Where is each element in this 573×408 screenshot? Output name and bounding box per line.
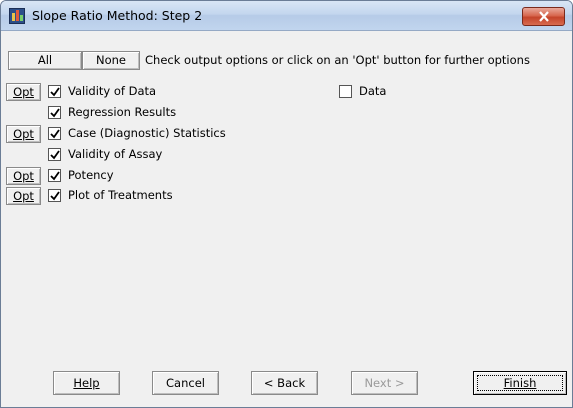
- finish-button[interactable]: Finish: [473, 371, 567, 395]
- label-data: Data: [359, 84, 387, 98]
- all-button[interactable]: All: [8, 51, 82, 70]
- instruction-text: Check output options or click on an 'Opt…: [145, 53, 530, 67]
- checkbox-potency[interactable]: [48, 169, 61, 182]
- checkmark-icon: [50, 108, 60, 118]
- dialog-window: Slope Ratio Method: Step 2 All None Chec…: [0, 0, 573, 408]
- window-title: Slope Ratio Method: Step 2: [32, 8, 203, 23]
- label-regression-results: Regression Results: [68, 105, 177, 119]
- opt-button-plot-of-treatments[interactable]: Opt: [6, 187, 41, 205]
- checkbox-validity-of-assay[interactable]: [48, 148, 61, 161]
- label-plot-of-treatments: Plot of Treatments: [68, 188, 173, 202]
- checkbox-case-statistics[interactable]: [48, 127, 61, 140]
- opt-button-potency[interactable]: Opt: [6, 167, 41, 185]
- title-bar[interactable]: Slope Ratio Method: Step 2: [1, 1, 572, 31]
- next-button[interactable]: Next >: [351, 371, 418, 395]
- none-button[interactable]: None: [82, 51, 140, 70]
- checkmark-icon: [50, 171, 60, 181]
- checkbox-data[interactable]: [339, 85, 352, 98]
- checkmark-icon: [50, 87, 60, 97]
- opt-button-case-statistics[interactable]: Opt: [6, 125, 41, 143]
- close-icon: [539, 11, 549, 22]
- checkbox-plot-of-treatments[interactable]: [48, 189, 61, 202]
- opt-button-validity-of-data[interactable]: Opt: [6, 83, 41, 101]
- checkmark-icon: [50, 191, 60, 201]
- checkbox-validity-of-data[interactable]: [48, 85, 61, 98]
- cancel-label: Cancel: [166, 376, 205, 390]
- checkbox-regression-results[interactable]: [48, 106, 61, 119]
- help-button[interactable]: Help: [53, 371, 120, 395]
- checkmark-icon: [50, 129, 60, 139]
- back-button[interactable]: < Back: [251, 371, 318, 395]
- checkmark-icon: [50, 150, 60, 160]
- label-potency: Potency: [68, 168, 114, 182]
- app-chart-icon: [9, 8, 25, 24]
- label-validity-of-data: Validity of Data: [68, 84, 157, 98]
- label-case-statistics: Case (Diagnostic) Statistics: [68, 126, 226, 140]
- finish-label: Finish: [503, 376, 537, 390]
- label-validity-of-assay: Validity of Assay: [68, 147, 163, 161]
- next-label: Next >: [364, 376, 405, 390]
- close-button[interactable]: [522, 7, 565, 26]
- back-label: < Back: [263, 376, 306, 390]
- help-label: Help: [73, 376, 100, 390]
- cancel-button[interactable]: Cancel: [152, 371, 219, 395]
